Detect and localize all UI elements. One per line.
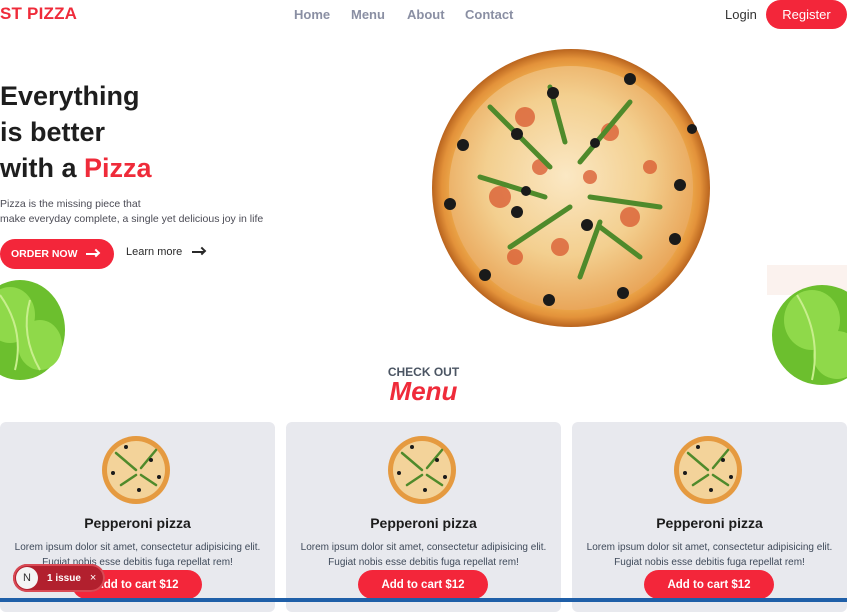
pizza-thumbnail-image (388, 436, 456, 504)
menu-item-name: Pepperoni pizza (656, 515, 763, 531)
menu-card: Pepperoni pizza Lorem ipsum dolor sit am… (286, 422, 561, 612)
dev-issues-badge[interactable]: N 1 issue × (13, 564, 105, 592)
hero-line-3-prefix: with a (0, 153, 85, 183)
pizza-thumbnail-image (674, 436, 742, 504)
issues-count: 1 issue (47, 572, 81, 584)
nav-contact[interactable]: Contact (465, 7, 513, 22)
menu-item-description: Lorem ipsum dolor sit amet, consectetur … (300, 542, 547, 568)
add-to-cart-button[interactable]: Add to cart $12 (358, 570, 488, 599)
order-now-button[interactable]: ORDER NOW (0, 239, 114, 269)
nav-about[interactable]: About (407, 7, 445, 22)
hero-pizza-image (432, 49, 710, 327)
hero-line-2: is better (0, 117, 106, 147)
menu-title: Menu (389, 376, 458, 406)
nav-home[interactable]: Home (294, 7, 330, 22)
main-nav: Home Menu About Contact (0, 7, 847, 23)
register-button[interactable]: Register (766, 0, 847, 29)
menu-card: Pepperoni pizza Lorem ipsum dolor sit am… (572, 422, 847, 612)
arrow-right-icon (192, 251, 205, 253)
arrow-right-icon (85, 253, 98, 255)
add-to-cart-button[interactable]: Add to cart $12 (644, 570, 774, 599)
hero-line-1: Everything (0, 81, 140, 111)
hero-headline: Everything is better with a Pizza (0, 78, 152, 186)
learn-more-link[interactable]: Learn more (126, 246, 205, 258)
dev-tools-logo-icon[interactable]: N (16, 567, 38, 589)
hero-subtitle-line-2: make everyday complete, a single yet del… (0, 213, 264, 225)
hero-subtitle: Pizza is the missing piece that make eve… (0, 197, 263, 227)
nav-menu[interactable]: Menu (351, 7, 385, 22)
login-link[interactable]: Login (725, 7, 757, 22)
pizza-thumbnail-image (102, 436, 170, 504)
close-icon[interactable]: × (90, 572, 96, 584)
menu-item-name: Pepperoni pizza (84, 515, 191, 531)
hero-line-3-accent: Pizza (84, 153, 152, 183)
menu-item-description: Lorem ipsum dolor sit amet, consectetur … (586, 542, 833, 568)
bottom-taskbar-strip (0, 598, 847, 602)
learn-more-label: Learn more (126, 246, 183, 258)
menu-item-name: Pepperoni pizza (370, 515, 477, 531)
order-now-label: ORDER NOW (11, 248, 78, 260)
hero-subtitle-line-1: Pizza is the missing piece that (0, 198, 141, 210)
